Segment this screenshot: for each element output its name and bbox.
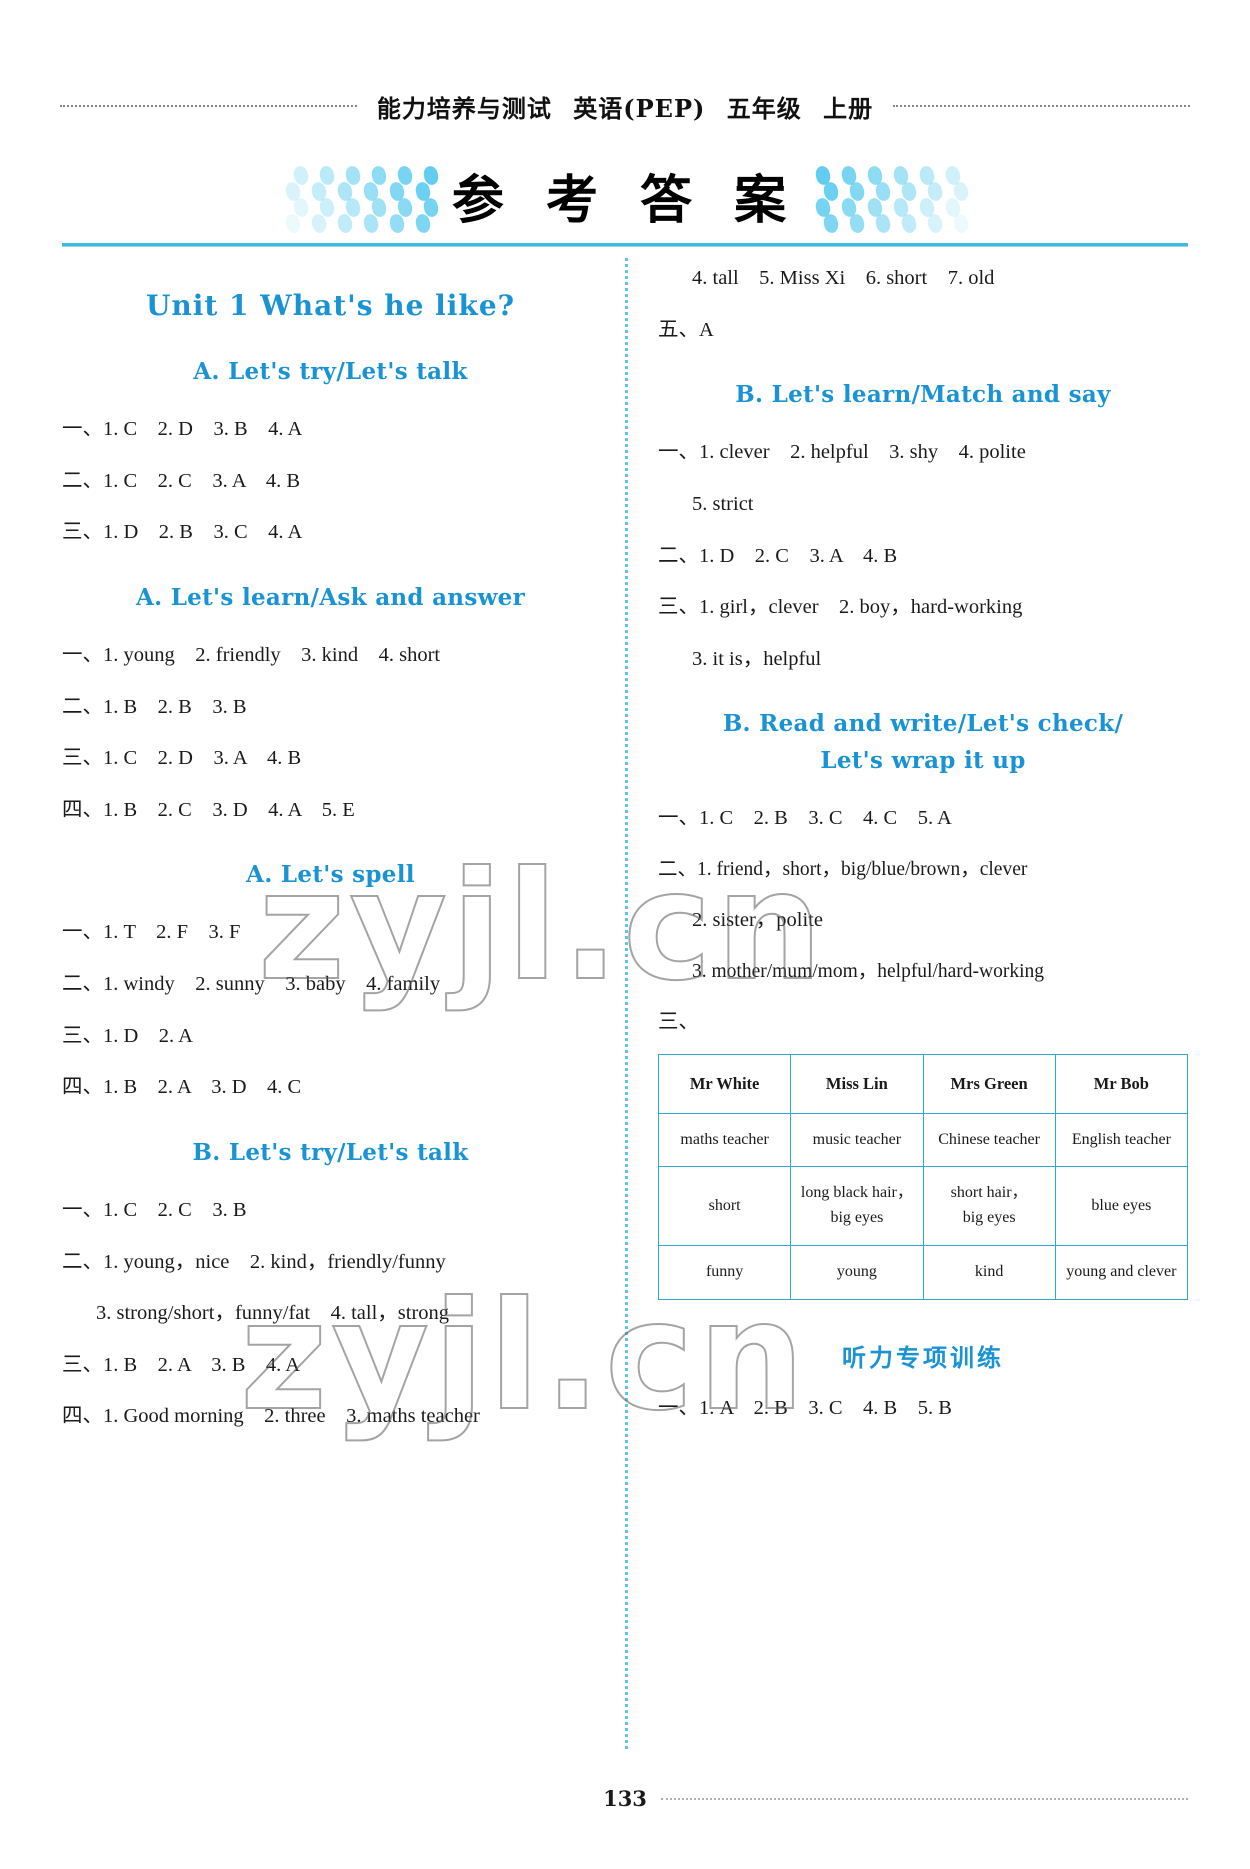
answer-table: Mr White Miss Lin Mrs Green Mr Bob maths… — [657, 1054, 1189, 1300]
section-heading-b-lets-learn: B. Let's learn/Match and say — [735, 381, 1111, 409]
answer-line: 3. mother/mum/mom，helpful/hard-working — [692, 961, 1045, 982]
table-cell: young — [790, 1244, 924, 1300]
running-head: 能力培养与测试 英语(PEP) 五年级 上册 — [60, 88, 1190, 124]
table-row: funny young kind young and clever — [657, 1244, 1189, 1300]
table-cell-line: blue eyes — [1091, 1196, 1152, 1214]
left-column: Unit 1 What's he like? A. Let's try/Let'… — [62, 258, 625, 1749]
answer-line: 三、 — [658, 1011, 699, 1034]
right-column: 4. tall 5. Miss Xi 6. short 7. old 五、A B… — [625, 258, 1189, 1749]
page-footer: 133 — [62, 1786, 1188, 1811]
table-cell-line: short — [708, 1196, 741, 1214]
table-cell: maths teacher — [657, 1112, 792, 1168]
table-header-cell: Mr White — [657, 1054, 792, 1114]
answer-line: 4. tall 5. Miss Xi 6. short 7. old — [692, 267, 995, 289]
table-cell-line: short hair， — [950, 1184, 1028, 1202]
answer-line: 三、1. D 2. B 3. C 4. A — [62, 521, 303, 544]
answer-line: 二、1. windy 2. sunny 3. baby 4. family — [62, 973, 441, 995]
table-header-cell: Mrs Green — [922, 1054, 1056, 1114]
table-row: short long black hair， big eyes short ha… — [657, 1166, 1189, 1246]
table-cell-line: big eyes — [962, 1209, 1016, 1227]
answer-line: 2. sister，polite — [692, 909, 823, 932]
answer-line: 一、1. C 2. D 3. B 4. A — [62, 418, 303, 440]
footer-dots-left — [62, 1798, 589, 1799]
answer-line: 四、1. B 2. C 3. D 4. A 5. E — [62, 798, 355, 821]
section-heading-a-lets-try: A. Let's try/Let's talk — [193, 358, 468, 385]
table-cell: short hair， big eyes — [922, 1166, 1056, 1246]
table-cell: music teacher — [790, 1112, 924, 1168]
footer-dots-right — [660, 1798, 1188, 1800]
table-cell: blue eyes — [1054, 1166, 1189, 1246]
footer-dot-separator — [660, 1798, 1188, 1800]
running-head-dots-right — [893, 105, 1190, 107]
answer-line: 二、1. young，nice 2. kind，friendly/funny — [62, 1250, 446, 1273]
answer-line: 3. strong/short，funny/fat 4. tall，strong — [96, 1302, 450, 1325]
answer-line: 一、1. C 2. B 3. C 4. C 5. A — [658, 807, 952, 830]
answer-line: 一、1. A 2. B 3. C 4. B 5. B — [658, 1396, 952, 1419]
dot-decoration-left-icon — [262, 160, 442, 235]
answer-line: 三、1. B 2. A 3. B 4. A — [62, 1353, 301, 1376]
table-cell-line: big eyes — [830, 1209, 884, 1227]
section-heading-listening-training: 听力专项训练 — [842, 1343, 1004, 1372]
dot-decoration-right-icon — [808, 160, 988, 235]
answer-line: 四、1. B 2. A 3. D 4. C — [62, 1076, 302, 1099]
table-row: Mr White Miss Lin Mrs Green Mr Bob — [657, 1054, 1189, 1114]
answer-line: 一、1. clever 2. helpful 3. shy 4. polite — [658, 441, 1026, 464]
table-cell: young and clever — [1054, 1244, 1189, 1300]
unit-title: Unit 1 What's he like? — [145, 289, 516, 322]
answer-line: 四、1. Good morning 2. three 3. maths teac… — [62, 1405, 480, 1428]
answer-columns: Unit 1 What's he like? A. Let's try/Let'… — [62, 258, 1189, 1749]
answer-line: 二、1. B 2. B 3. B — [62, 695, 247, 718]
answer-line: 五、A — [658, 318, 714, 341]
table-row: maths teacher music teacher Chinese teac… — [657, 1112, 1189, 1168]
section-heading-a-lets-learn: A. Let's learn/Ask and answer — [135, 583, 526, 611]
page-title-block: 参 考 答 案 — [0, 140, 1250, 250]
table-header-cell: Miss Lin — [790, 1054, 924, 1114]
answer-line: 二、1. C 2. C 3. A 4. B — [62, 469, 301, 492]
table-header-cell: Mr Bob — [1054, 1054, 1189, 1114]
table-cell: long black hair， big eyes — [790, 1166, 924, 1246]
page-title: 参 考 答 案 — [451, 169, 799, 231]
running-head-subject: 英语(PEP) — [573, 93, 706, 123]
running-head-grade: 五年级 — [726, 93, 802, 123]
table-cell: Chinese teacher — [922, 1112, 1056, 1168]
running-head-volume: 上册 — [823, 93, 874, 123]
running-head-title: 能力培养与测试 — [376, 93, 552, 123]
answer-line: 一、1. C 2. C 3. B — [62, 1198, 247, 1221]
page-number: 133 — [603, 1786, 647, 1811]
answer-line: 5. strict — [692, 492, 754, 515]
table-cell: short — [657, 1166, 792, 1246]
header-rule — [62, 243, 1188, 247]
table-cell: kind — [922, 1244, 1056, 1300]
answer-line: 二、1. friend，short，big/blue/brown，clever — [658, 859, 1028, 880]
running-head-text: 能力培养与测试 英语(PEP) 五年级 上册 — [357, 89, 893, 124]
section-heading-lets-wrap-it-up: Let's wrap it up — [820, 747, 1026, 775]
section-heading-b-lets-try: B. Let's try/Let's talk — [192, 1138, 469, 1166]
section-heading-a-lets-spell: A. Let's spell — [246, 861, 415, 889]
answer-line: 一、1. young 2. friendly 3. kind 4. short — [62, 643, 441, 666]
answer-line: 三、1. girl，clever 2. boy，hard-working — [658, 596, 1023, 619]
answer-line: 二、1. D 2. C 3. A 4. B — [658, 544, 898, 567]
table-cell: funny — [657, 1244, 792, 1300]
table-cell: English teacher — [1054, 1112, 1189, 1168]
answer-line: 一、1. T 2. F 3. F — [62, 921, 241, 944]
answer-line: 三、1. C 2. D 3. A 4. B — [62, 747, 302, 770]
running-head-dots-left — [60, 105, 357, 107]
section-heading-b-read-and-write: B. Read and write/Let's check/ — [722, 710, 1124, 738]
answer-line: 三、1. D 2. A — [62, 1024, 193, 1047]
table-cell-line: long black hair， — [800, 1184, 913, 1202]
answer-line: 3. it is，helpful — [692, 647, 822, 670]
